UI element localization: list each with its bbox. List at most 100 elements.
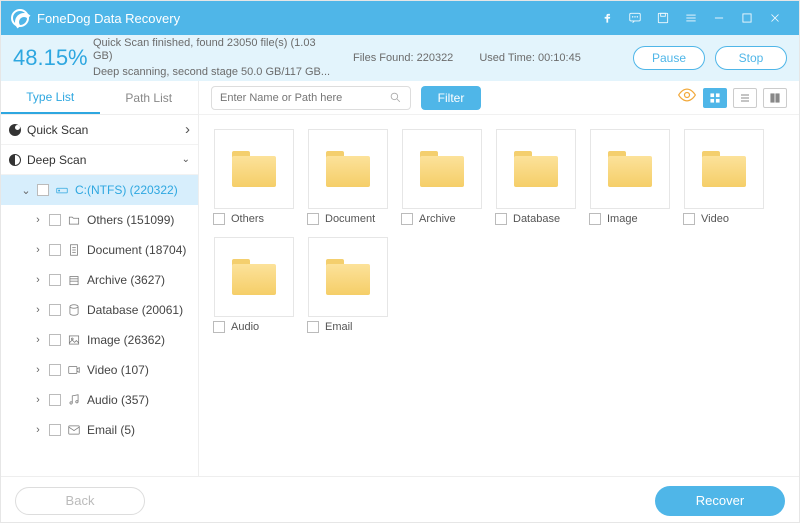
tree-item[interactable]: ›Others (151099) [1, 205, 198, 235]
folder-card[interactable]: Database [495, 129, 577, 225]
save-icon[interactable] [649, 1, 677, 35]
app-title: FoneDog Data Recovery [37, 11, 180, 26]
card-label: Database [513, 213, 577, 225]
pause-button[interactable]: Pause [633, 46, 705, 70]
checkbox[interactable] [49, 214, 61, 226]
scan-status-line2: Deep scanning, second stage 50.0 GB/117 … [93, 66, 333, 79]
folder-grid: OthersDocumentArchive Database Image Video A… [199, 115, 799, 476]
folder-icon [514, 151, 558, 187]
checkbox[interactable] [213, 213, 225, 225]
tree-quick-scan[interactable]: Quick Scan › [1, 115, 198, 145]
card-label: Video [701, 213, 765, 225]
tree-label: Email (5) [87, 423, 135, 437]
progress-percent: 48.15% [13, 45, 73, 71]
type-icon [67, 423, 81, 437]
folder-thumb [214, 237, 294, 317]
tab-type-list[interactable]: Type List [1, 81, 100, 114]
tree-item[interactable]: ›Image (26362) [1, 325, 198, 355]
folder-card[interactable]: Archive [401, 129, 483, 225]
tree-label: Deep Scan [27, 153, 86, 167]
feedback-icon[interactable] [621, 1, 649, 35]
folder-icon [326, 259, 370, 295]
chevron-right-icon: › [33, 244, 43, 256]
progress-bar: 48.15% Quick Scan finished, found 23050 … [1, 35, 799, 81]
card-label: Email [325, 321, 389, 333]
folder-thumb [402, 129, 482, 209]
checkbox[interactable] [49, 334, 61, 346]
footer: Back Recover [1, 476, 799, 524]
checkbox[interactable] [307, 321, 319, 333]
folder-card[interactable]: Audio [213, 237, 295, 333]
tree-item[interactable]: › Document (18704) [1, 235, 198, 265]
checkbox[interactable] [589, 213, 601, 225]
tree-label: Document (18704) [87, 243, 186, 257]
folder-thumb [214, 129, 294, 209]
tree-item[interactable]: ›Archive (3627) [1, 265, 198, 295]
folder-card[interactable]: Video [683, 129, 765, 225]
close-icon[interactable] [761, 1, 789, 35]
view-grid-button[interactable] [703, 88, 727, 108]
sidebar: Type List Path List Quick Scan › Deep Sc… [1, 81, 199, 476]
type-icon [67, 213, 81, 227]
checkbox[interactable] [49, 424, 61, 436]
type-icon [67, 243, 81, 257]
checkbox[interactable] [401, 213, 413, 225]
folder-icon [608, 151, 652, 187]
back-button[interactable]: Back [15, 487, 145, 515]
tree-label: Archive (3627) [87, 273, 165, 287]
main-panel: Filter OthersDocumentArchive Database Imag… [199, 81, 799, 476]
checkbox[interactable] [37, 184, 49, 196]
tree-drive[interactable]: ⌄ C:(NTFS) (220322) [1, 175, 198, 205]
folder-thumb [308, 129, 388, 209]
maximize-icon[interactable] [733, 1, 761, 35]
chevron-right-icon: › [33, 424, 43, 436]
tree-label: Image (26362) [87, 333, 165, 347]
checkbox[interactable] [49, 244, 61, 256]
folder-icon [702, 151, 746, 187]
folder-thumb [496, 129, 576, 209]
folder-card[interactable]: Email [307, 237, 389, 333]
toolbar: Filter [199, 81, 799, 115]
checkbox[interactable] [683, 213, 695, 225]
tab-path-list[interactable]: Path List [100, 81, 199, 114]
minimize-icon[interactable] [705, 1, 733, 35]
tree-item[interactable]: › Email (5) [1, 415, 198, 445]
tree-deep-scan[interactable]: Deep Scan ⌄ [1, 145, 198, 175]
view-detail-button[interactable] [763, 88, 787, 108]
folder-icon [232, 259, 276, 295]
tree-label: Video (107) [87, 363, 149, 377]
folder-card[interactable]: Document [307, 129, 389, 225]
menu-icon[interactable] [677, 1, 705, 35]
folder-card[interactable]: Image [589, 129, 671, 225]
checkbox[interactable] [49, 304, 61, 316]
chevron-right-icon: › [33, 364, 43, 376]
checkbox[interactable] [307, 213, 319, 225]
chevron-right-icon: › [33, 394, 43, 406]
chevron-right-icon: › [33, 214, 43, 226]
filter-button[interactable]: Filter [421, 86, 481, 110]
checkbox[interactable] [49, 274, 61, 286]
chevron-right-icon: › [33, 304, 43, 316]
recover-button[interactable]: Recover [655, 486, 785, 516]
facebook-icon[interactable] [593, 1, 621, 35]
tree-item[interactable]: ›Audio (357) [1, 385, 198, 415]
app-logo-icon [11, 9, 29, 27]
search-input[interactable] [220, 92, 383, 104]
checkbox[interactable] [213, 321, 225, 333]
tree-label: Database (20061) [87, 303, 183, 317]
checkbox[interactable] [49, 394, 61, 406]
checkbox[interactable] [495, 213, 507, 225]
search-box[interactable] [211, 86, 411, 110]
search-icon [389, 91, 402, 104]
tree-item[interactable]: › Database (20061) [1, 295, 198, 325]
type-icon [67, 303, 81, 317]
preview-icon[interactable] [677, 85, 697, 110]
stop-button[interactable]: Stop [715, 46, 787, 70]
folder-card[interactable]: Others [213, 129, 295, 225]
folder-thumb [684, 129, 764, 209]
card-label: Audio [231, 321, 295, 333]
folder-icon [232, 151, 276, 187]
view-list-button[interactable] [733, 88, 757, 108]
checkbox[interactable] [49, 364, 61, 376]
tree-item[interactable]: › Video (107) [1, 355, 198, 385]
